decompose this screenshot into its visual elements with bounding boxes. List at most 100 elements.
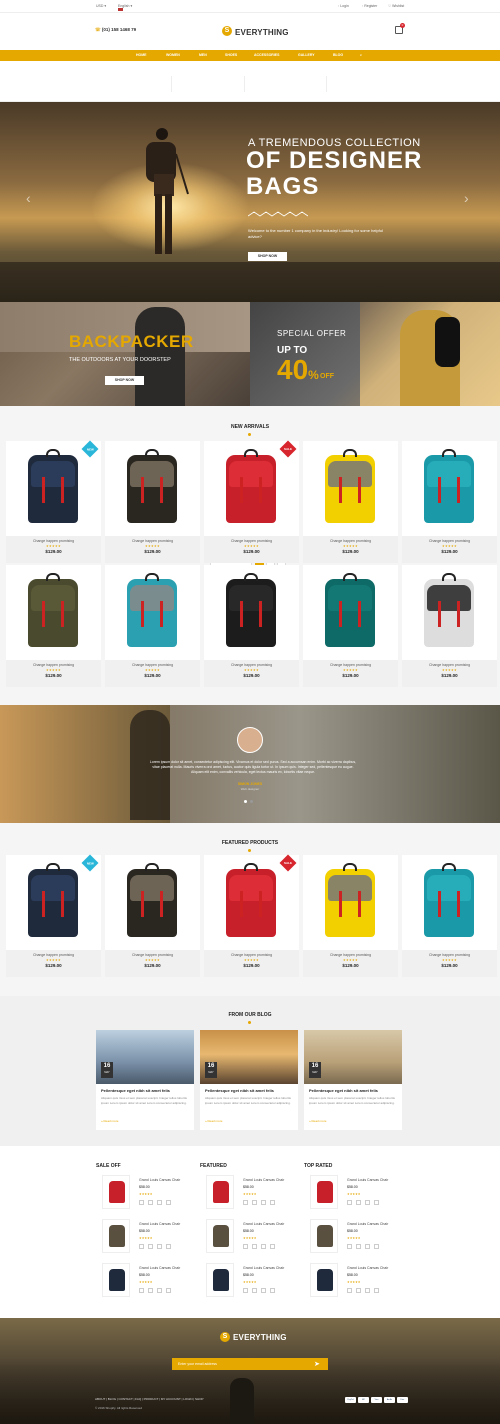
login-link[interactable]: ◦ Login [338,4,349,8]
send-icon[interactable]: ➤ [314,1360,320,1368]
mini-product[interactable]: Grand Louis Canvas Chair $58.00 ★★★★★ [206,1175,296,1213]
product-image[interactable] [105,855,200,950]
next-slide-icon[interactable]: › [464,190,469,206]
product-card[interactable]: Change happen promising ★★★★★ $129.00 [303,565,398,687]
product-image[interactable] [303,565,398,660]
newsletter-input[interactable]: Enter your email address ➤ [172,1358,328,1370]
compare-icon[interactable] [374,1200,379,1205]
product-card[interactable]: Change happen promising ★★★★★ $129.00 [204,565,299,687]
eye-icon[interactable] [148,1244,153,1249]
language-select[interactable]: English ▾ [118,4,132,11]
product-image[interactable] [402,441,497,536]
product-image[interactable] [105,565,200,660]
product-image[interactable] [6,565,101,660]
product-card[interactable]: NEW Change happen promising ★★★★★ $129.00 [6,440,101,563]
footer-logo-text[interactable]: EVERYTHING [233,1333,287,1342]
mini-product-image[interactable] [310,1219,338,1253]
footer-links[interactable]: ABOUT | BLOG | CONTACT | FAQ | PRODUCT |… [95,1397,203,1401]
product-image[interactable]: NEW [6,854,101,950]
mini-product-name[interactable]: Grand Louis Canvas Chair [243,1266,284,1270]
read-more-link[interactable]: » Read more [309,1119,326,1123]
heart-icon[interactable] [157,1200,162,1205]
banner-backpacker[interactable] [0,302,250,406]
product-card[interactable]: Change happen promising ★★★★★ $129.00 [402,855,497,977]
mini-product[interactable]: Grand Louis Canvas Chair $58.00 ★★★★★ [206,1219,296,1257]
mini-product-image[interactable] [102,1219,130,1253]
product-card[interactable]: Change happen promising ★★★★★ $129.00 [303,441,398,563]
eye-icon[interactable] [252,1200,257,1205]
product-image[interactable] [303,441,398,536]
heart-icon[interactable] [365,1288,370,1293]
mini-product-name[interactable]: Grand Louis Canvas Chair [347,1222,388,1226]
mini-product-name[interactable]: Grand Louis Canvas Chair [243,1178,284,1182]
product-card[interactable]: SALE Change happen promising ★★★★★ $129.00 [204,440,299,563]
product-card[interactable]: NEW Change happen promising ★★★★★ $129.00 [6,854,101,977]
compare-icon[interactable] [374,1288,379,1293]
logo-icon[interactable]: S [222,26,232,36]
read-more-link[interactable]: » Read more [101,1119,118,1123]
product-name[interactable]: Change happen promising [204,663,299,667]
search-icon[interactable]: ⌕ [360,53,362,57]
product-image[interactable] [303,855,398,950]
heart-icon[interactable] [365,1200,370,1205]
mini-product-name[interactable]: Grand Louis Canvas Chair [139,1266,180,1270]
wishlist-link[interactable]: ♡ Wishlist [388,4,404,8]
mini-product[interactable]: Grand Louis Canvas Chair $58.00 ★★★★★ [102,1263,192,1301]
product-name[interactable]: Change happen promising [303,663,398,667]
mini-product-image[interactable] [206,1175,234,1209]
mini-product-image[interactable] [310,1263,338,1297]
nav-item-shoes[interactable]: SHOES [225,53,237,57]
mini-product[interactable]: Grand Louis Canvas Chair $58.00 ★★★★★ [310,1263,400,1301]
product-image[interactable] [402,565,497,660]
product-image[interactable] [204,565,299,660]
compare-icon[interactable] [166,1244,171,1249]
product-name[interactable]: Change happen promising [105,539,200,543]
eye-icon[interactable] [252,1244,257,1249]
cart-icon[interactable] [347,1244,352,1249]
heart-icon[interactable] [157,1288,162,1293]
currency-select[interactable]: USD ▾ [96,4,106,8]
slider-dot[interactable] [244,800,247,803]
product-name[interactable]: Change happen promising [204,539,299,543]
heart-icon[interactable] [365,1244,370,1249]
hero-shop-now-button[interactable]: SHOP NOW [248,252,287,261]
product-image[interactable]: SALE [204,440,299,536]
mini-product[interactable]: Grand Louis Canvas Chair $58.00 ★★★★★ [310,1175,400,1213]
mini-product[interactable]: Grand Louis Canvas Chair $58.00 ★★★★★ [102,1219,192,1257]
mini-product[interactable]: Grand Louis Canvas Chair $58.00 ★★★★★ [102,1175,192,1213]
cart-icon[interactable] [243,1244,248,1249]
product-card[interactable]: SALE Change happen promising ★★★★★ $129.00 [204,854,299,977]
logo-text[interactable]: EVERYTHING [235,28,289,37]
register-link[interactable]: ◦ Register [362,4,377,8]
footer-logo-icon[interactable]: S [220,1332,230,1342]
compare-icon[interactable] [270,1200,275,1205]
product-card[interactable]: Change happen promising ★★★★★ $129.00 [303,855,398,977]
product-name[interactable]: Change happen promising [6,663,101,667]
eye-icon[interactable] [252,1288,257,1293]
heart-icon[interactable] [261,1244,266,1249]
compare-icon[interactable] [270,1244,275,1249]
nav-item-home[interactable]: HOME [136,53,147,57]
product-card[interactable]: Change happen promising ★★★★★ $129.00 [105,565,200,687]
nav-item-gallery[interactable]: GALLERY [298,53,315,57]
mini-product-image[interactable] [102,1175,130,1209]
cart-icon[interactable] [139,1200,144,1205]
heart-icon[interactable] [261,1288,266,1293]
product-image[interactable] [402,855,497,950]
cart-icon[interactable] [139,1288,144,1293]
cart-icon[interactable] [347,1288,352,1293]
product-image[interactable]: NEW [6,440,101,536]
slider-dot[interactable] [250,800,253,803]
cart-icon[interactable] [139,1244,144,1249]
prev-slide-icon[interactable]: ‹ [26,190,31,206]
eye-icon[interactable] [148,1200,153,1205]
eye-icon[interactable] [356,1200,361,1205]
blog-post[interactable]: 16 MAY Pellentesque eget nibh sit amet fel… [96,1030,194,1130]
mini-product[interactable]: Grand Louis Canvas Chair $58.00 ★★★★★ [206,1263,296,1301]
cart-icon[interactable] [243,1288,248,1293]
compare-icon[interactable] [166,1200,171,1205]
compare-icon[interactable] [166,1288,171,1293]
product-name[interactable]: Change happen promising [105,953,200,957]
mini-product[interactable]: Grand Louis Canvas Chair $58.00 ★★★★★ [310,1219,400,1257]
mini-product-name[interactable]: Grand Louis Canvas Chair [347,1178,388,1182]
